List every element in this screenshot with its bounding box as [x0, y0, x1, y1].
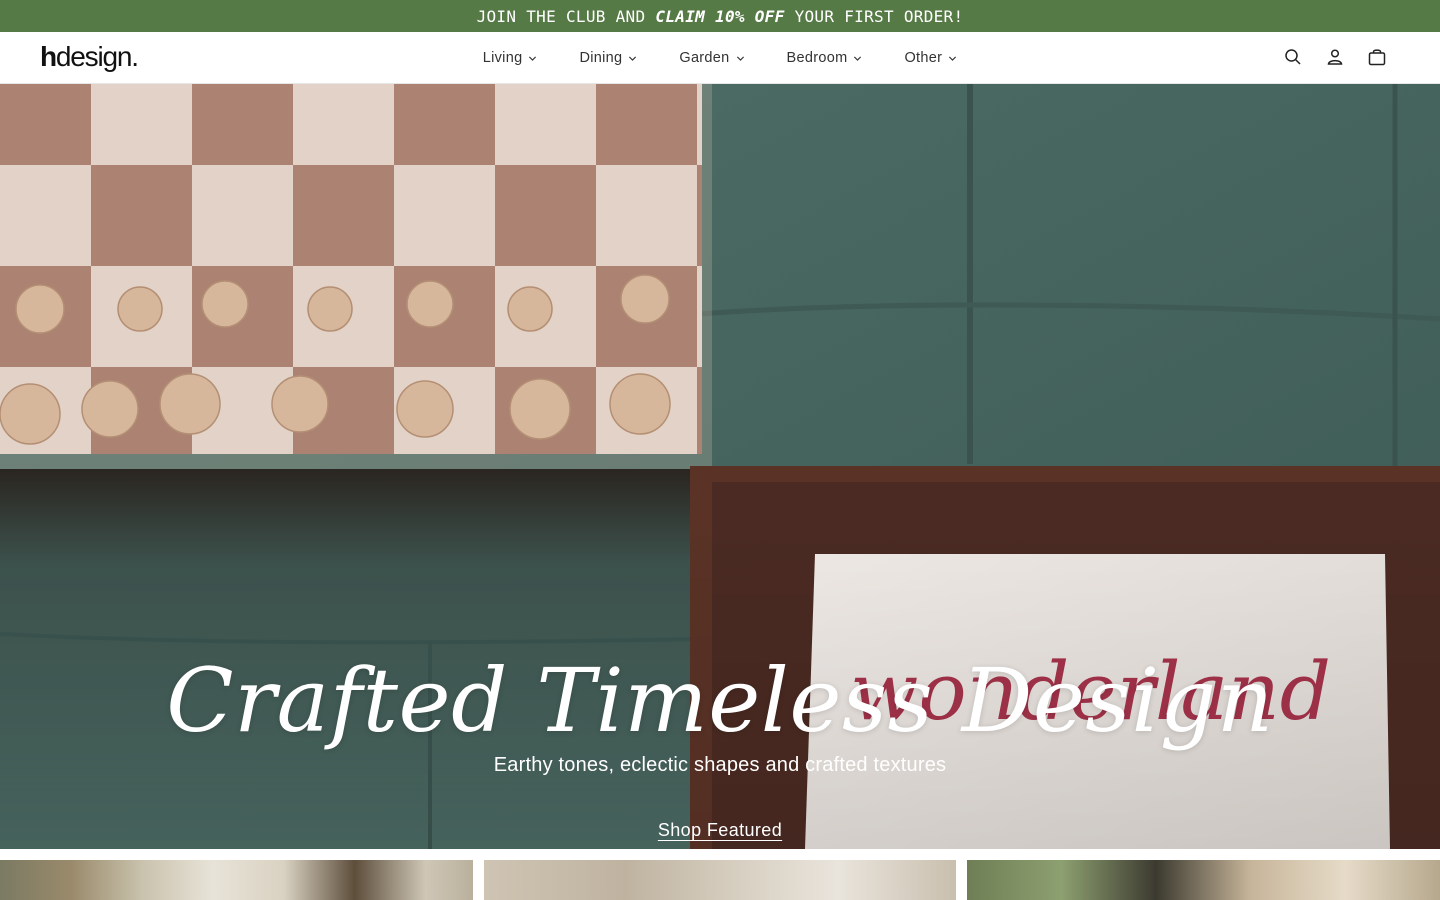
cart-icon[interactable] [1366, 46, 1388, 68]
nav-label: Living [482, 50, 523, 66]
chevron-down-icon [949, 55, 957, 61]
nav-item-other[interactable]: Other [904, 50, 957, 66]
header-actions [1282, 46, 1388, 68]
collection-tile[interactable] [483, 860, 957, 900]
chevron-down-icon [854, 55, 862, 61]
nav-item-living[interactable]: Living [483, 50, 538, 66]
hero-title: Crafted Timeless Design [166, 649, 1274, 752]
chevron-down-icon [629, 55, 637, 61]
shop-featured-link[interactable]: Shop Featured [658, 820, 782, 840]
logo-h: h [40, 41, 57, 72]
hero-cta-wrapper: Shop Featured [0, 820, 1440, 841]
nav-label: Other [904, 50, 943, 66]
brand-logo[interactable]: h design. [40, 41, 139, 75]
collection-tiles [0, 860, 1440, 900]
nav-label: Garden [679, 50, 730, 66]
announcement-bar[interactable]: JOIN THE CLUB AND CLAIM 10% OFF YOUR FIR… [0, 0, 1440, 32]
nav-item-dining[interactable]: Dining [579, 50, 637, 66]
nav-label: Bedroom [786, 50, 848, 66]
announcement-suffix: YOUR FIRST ORDER! [794, 6, 964, 26]
logo-text: design. [55, 41, 139, 72]
hero-subtitle: Earthy tones, eclectic shapes and crafte… [493, 754, 947, 776]
account-icon[interactable] [1324, 46, 1346, 68]
collection-tile[interactable] [0, 860, 473, 900]
chevron-down-icon [736, 55, 744, 61]
nav-label: Dining [579, 50, 623, 66]
chevron-down-icon [529, 55, 537, 61]
collection-tile[interactable] [967, 860, 1440, 900]
hero-banner: wonderland Crafted Timeless Design Earth… [0, 84, 1440, 849]
nav-item-garden[interactable]: Garden [679, 50, 744, 66]
site-header: h design. Living Dining Garden Bedroom Ot… [0, 32, 1440, 84]
announcement-highlight: CLAIM 10% OFF [655, 6, 785, 26]
search-icon[interactable] [1282, 46, 1304, 68]
nav-item-bedroom[interactable]: Bedroom [787, 50, 863, 66]
announcement-prefix: JOIN THE CLUB AND [476, 6, 646, 26]
main-nav: Living Dining Garden Bedroom Other [0, 32, 1440, 84]
